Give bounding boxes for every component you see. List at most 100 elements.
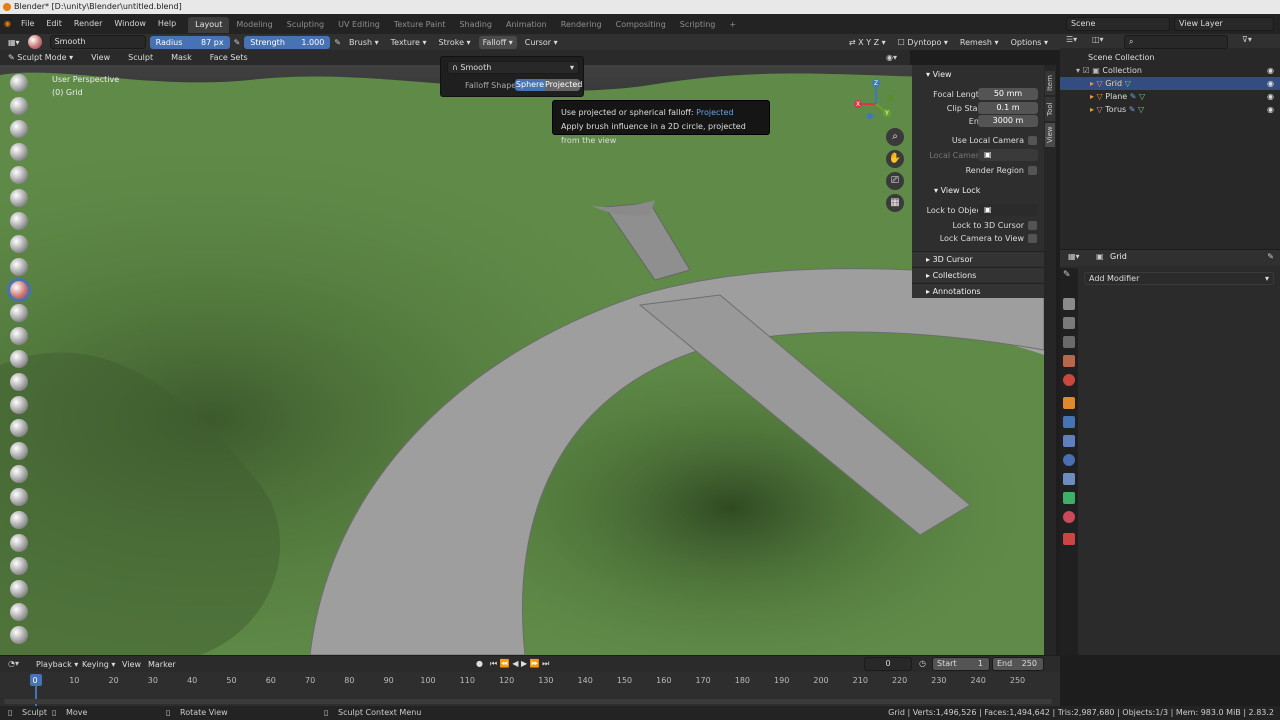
timeline-editor-icon[interactable]: ◔▾ xyxy=(8,659,19,668)
blender-menu-icon[interactable]: ◉ xyxy=(0,14,15,34)
collections-header[interactable]: ▸ Collections xyxy=(912,267,1044,282)
tab-scripting[interactable]: Scripting xyxy=(673,17,723,33)
rotate-brush-icon[interactable] xyxy=(10,557,28,575)
visibility-eye-icon[interactable]: ◉ xyxy=(1267,64,1274,77)
modifier-tab-icon[interactable] xyxy=(1063,416,1075,428)
add-workspace-button[interactable]: + xyxy=(722,17,743,33)
menu-window[interactable]: Window xyxy=(108,14,152,34)
mask-menu[interactable]: Mask xyxy=(167,51,196,64)
radius-slider[interactable]: Radius 87 px xyxy=(149,35,230,49)
visibility-icon[interactable]: ◉▾ xyxy=(886,53,897,62)
outliner-item-torus[interactable]: ▸ ▽ Torus ✎ ▽ ◉ xyxy=(1060,103,1280,116)
view-menu[interactable]: View xyxy=(87,51,114,64)
tab-layout[interactable]: Layout xyxy=(188,17,230,33)
texture-menu[interactable]: Texture ▾ xyxy=(387,36,431,49)
grab-brush-icon[interactable] xyxy=(10,419,28,437)
menu-render[interactable]: Render xyxy=(68,14,108,34)
lock-camera-checkbox[interactable] xyxy=(1028,234,1037,243)
world-tab-icon[interactable] xyxy=(1063,374,1075,386)
object-tab-icon[interactable] xyxy=(1063,397,1075,409)
clip-start-field[interactable]: 0.1 m xyxy=(978,102,1038,114)
data-tab-icon[interactable] xyxy=(1063,492,1075,504)
view-section-header[interactable]: ▾ View xyxy=(912,67,1044,82)
local-camera-field[interactable]: ▣ xyxy=(978,149,1038,161)
sculpt-mode-dropdown[interactable]: ✎ Sculpt Mode ▾ xyxy=(4,51,77,64)
inflate-brush-icon[interactable] xyxy=(10,212,28,230)
falloff-curve-dropdown[interactable]: ∩ Smooth ▾ xyxy=(447,61,579,74)
cloth-brush-icon[interactable] xyxy=(10,603,28,621)
remesh-menu[interactable]: Remesh ▾ xyxy=(956,36,1003,49)
tab-rendering[interactable]: Rendering xyxy=(554,17,609,33)
outliner-search-input[interactable]: ⌕ xyxy=(1124,35,1228,49)
strength-slider[interactable]: Strength 1.000 xyxy=(244,35,331,49)
lock-cursor-checkbox[interactable] xyxy=(1028,221,1037,230)
current-frame-field[interactable]: 0 xyxy=(864,657,912,671)
filter-icon[interactable]: ⊽▾ xyxy=(1242,35,1252,44)
pose-brush-icon[interactable] xyxy=(10,511,28,529)
clay-brush-icon[interactable] xyxy=(10,120,28,138)
add-modifier-dropdown[interactable]: Add Modifier ▾ xyxy=(1084,272,1274,285)
tab-view[interactable]: View xyxy=(1045,123,1055,147)
material-tab-icon[interactable] xyxy=(1063,511,1075,523)
outliner-collection[interactable]: ▾ ☑ ▣ Collection ◉ xyxy=(1060,64,1280,77)
preview-range-icon[interactable]: ◷ xyxy=(919,659,926,668)
elastic-deform-brush-icon[interactable] xyxy=(10,442,28,460)
face-sets-menu[interactable]: Face Sets xyxy=(206,51,252,64)
timeline-view-menu[interactable]: View xyxy=(118,658,145,671)
stroke-menu[interactable]: Stroke ▾ xyxy=(435,36,475,49)
tool-tab-icon[interactable]: ✎ xyxy=(1063,270,1075,282)
view-lock-header[interactable]: ▾ View Lock xyxy=(912,183,1044,198)
view-layer-tab-icon[interactable] xyxy=(1063,336,1075,348)
pan-hand-icon[interactable]: ✋ xyxy=(886,150,904,168)
view-layer-field[interactable]: View Layer xyxy=(1174,17,1274,31)
outliner-item-grid[interactable]: ▸ ▽ Grid ▽ ◉ xyxy=(1060,77,1280,90)
simplify-brush-icon[interactable] xyxy=(10,626,28,644)
constraints-tab-icon[interactable] xyxy=(1063,473,1075,485)
end-frame-field[interactable]: End 250 xyxy=(992,657,1044,671)
texture-tab-icon[interactable] xyxy=(1063,533,1075,545)
tab-tool[interactable]: Tool xyxy=(1045,97,1055,121)
clay-strips-brush-icon[interactable] xyxy=(10,143,28,161)
annotations-header[interactable]: ▸ Annotations xyxy=(912,283,1044,298)
blob-brush-icon[interactable] xyxy=(10,235,28,253)
menu-edit[interactable]: Edit xyxy=(40,14,68,34)
sphere-button[interactable]: Sphere xyxy=(515,79,545,91)
outliner-item-plane[interactable]: ▸ ▽ Plane ✎ ▽ ◉ xyxy=(1060,90,1280,103)
visibility-eye-icon[interactable]: ◉ xyxy=(1267,90,1274,103)
nudge-brush-icon[interactable] xyxy=(10,534,28,552)
clip-end-field[interactable]: 3000 m xyxy=(978,115,1038,127)
tab-animation[interactable]: Animation xyxy=(499,17,554,33)
brush-name-field[interactable]: Smooth xyxy=(49,35,146,49)
particles-tab-icon[interactable] xyxy=(1063,435,1075,447)
strength-pressure-icon[interactable]: ✎ xyxy=(334,38,341,47)
cursor-menu[interactable]: Cursor ▾ xyxy=(521,36,562,49)
record-icon[interactable]: ● xyxy=(476,659,483,668)
start-frame-field[interactable]: Start 1 xyxy=(932,657,990,671)
scene-tab-icon[interactable] xyxy=(1063,355,1075,367)
brush-icon[interactable] xyxy=(27,35,42,49)
playback-menu[interactable]: Playback ▾ xyxy=(32,658,82,671)
clay-thumb-brush-icon[interactable] xyxy=(10,166,28,184)
tab-sculpting[interactable]: Sculpting xyxy=(280,17,331,33)
draw-sharp-brush-icon[interactable] xyxy=(10,97,28,115)
snake-hook-brush-icon[interactable] xyxy=(10,465,28,483)
tab-modeling[interactable]: Modeling xyxy=(229,17,279,33)
dyntopo-toggle[interactable]: ☐ Dyntopo ▾ xyxy=(894,36,952,49)
focal-length-field[interactable]: 50 mm xyxy=(978,88,1038,100)
timeline-scrollbar[interactable] xyxy=(4,699,1052,704)
draw-brush-icon[interactable] xyxy=(10,74,28,92)
sculpt-menu[interactable]: Sculpt xyxy=(124,51,157,64)
properties-editor-icon[interactable]: ▦▾ xyxy=(1068,252,1080,261)
smooth-brush-icon[interactable] xyxy=(7,278,31,302)
keying-menu[interactable]: Keying ▾ xyxy=(78,658,119,671)
visibility-eye-icon[interactable]: ◉ xyxy=(1267,103,1274,116)
visibility-eye-icon[interactable]: ◉ xyxy=(1267,77,1274,90)
outliner-scene-collection[interactable]: Scene Collection xyxy=(1060,51,1280,64)
render-region-checkbox[interactable] xyxy=(1028,166,1037,175)
tab-compositing[interactable]: Compositing xyxy=(609,17,673,33)
outliner-editor-icon[interactable]: ☰▾ xyxy=(1066,35,1077,44)
zoom-icon[interactable]: ⌕ xyxy=(886,128,904,146)
camera-view-icon[interactable]: ⎚ xyxy=(886,172,904,190)
tab-shading[interactable]: Shading xyxy=(452,17,499,33)
tab-uv-editing[interactable]: UV Editing xyxy=(331,17,387,33)
